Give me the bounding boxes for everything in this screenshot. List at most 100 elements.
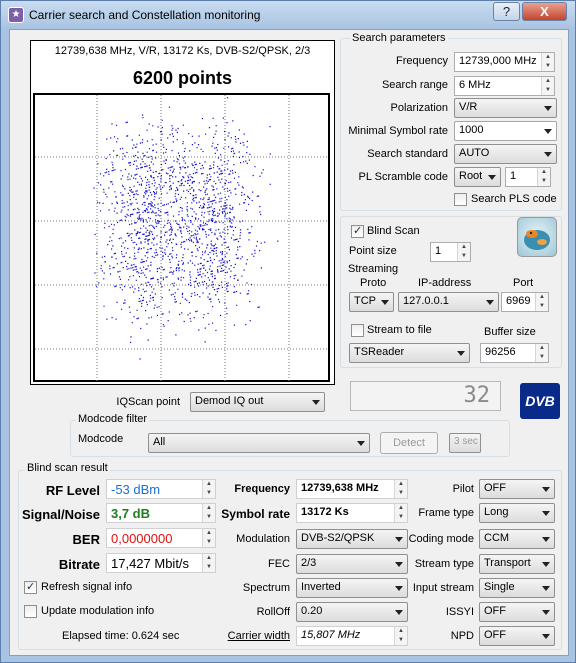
coding-mode-label: Coding mode: [408, 533, 474, 545]
close-button[interactable]: X: [522, 2, 567, 21]
min-symbol-rate-label: Minimal Symbol rate: [348, 125, 448, 137]
search-pls-checkbox[interactable]: [454, 193, 467, 206]
chevron-down-icon: [542, 511, 550, 516]
chevron-down-icon: [357, 441, 365, 446]
blind-scan-checkbox[interactable]: [351, 224, 364, 238]
chevron-down-icon: [395, 586, 403, 591]
chevron-down-icon: [542, 610, 550, 615]
fec-label: FEC: [268, 558, 290, 570]
polarization-select[interactable]: V/R: [454, 98, 557, 118]
chevron-down-icon: [395, 537, 403, 542]
buffer-size-label: Buffer size: [484, 326, 536, 338]
ber-label: BER: [72, 532, 100, 547]
interval-select[interactable]: 3 sec: [449, 433, 481, 453]
refresh-signal-checkbox[interactable]: [24, 580, 37, 594]
stream-to-file-label: Stream to file: [367, 324, 432, 336]
stream-to-file-checkbox[interactable]: [351, 324, 364, 337]
chevron-down-icon: [486, 300, 494, 305]
snr-field: 3,7 dB ▲ ▼: [106, 503, 216, 523]
pl-scramble-label: PL Scramble code: [358, 171, 448, 183]
point-size-spinner[interactable]: ▲ ▼: [457, 243, 470, 261]
chevron-down-icon: [542, 487, 550, 492]
result-frequency-value: 12739,638 MHz: [301, 482, 379, 494]
ber-value: 0,0000000: [111, 531, 173, 546]
chevron-down-icon: [395, 562, 403, 567]
chevron-down-icon: [544, 152, 552, 157]
pl-scramble-mode-select[interactable]: Root: [454, 167, 501, 187]
frame-type-select[interactable]: Long: [479, 503, 555, 523]
search-pls-label: Search PLS code: [471, 193, 557, 205]
ip-address-select[interactable]: 127.0.0.1: [398, 292, 499, 312]
modulation-select[interactable]: DVB-S2/QPSK: [296, 529, 408, 549]
stream-type-label: Stream type: [414, 558, 474, 570]
iqscan-select[interactable]: Demod IQ out: [190, 392, 325, 412]
coding-mode-select[interactable]: CCM: [479, 529, 555, 549]
search-standard-select[interactable]: AUTO: [454, 144, 557, 164]
stream-type-select[interactable]: Transport: [479, 554, 555, 574]
port-spinner[interactable]: ▲ ▼: [535, 293, 548, 311]
fec-select[interactable]: 2/3: [296, 554, 408, 574]
rf-level-label: RF Level: [45, 483, 100, 498]
port-label: Port: [513, 277, 534, 289]
pilot-select[interactable]: OFF: [479, 479, 555, 499]
spectrum-select[interactable]: Inverted: [296, 578, 408, 598]
proto-label: Proto: [360, 277, 387, 289]
input-stream-select[interactable]: Single: [479, 578, 555, 598]
blind-scan-label: Blind Scan: [367, 225, 420, 237]
detect-button[interactable]: Detect: [380, 432, 438, 454]
rolloff-select[interactable]: 0.20: [296, 602, 408, 622]
update-modulation-checkbox[interactable]: [24, 605, 37, 618]
ber-field: 0,0000000 ▲ ▼: [106, 528, 216, 548]
search-range-spinner[interactable]: ▲ ▼: [541, 77, 554, 95]
rf-level-value: -53 dBm: [111, 482, 161, 497]
rf-level-field: -53 dBm ▲ ▼: [106, 479, 216, 499]
carrier-width-field: 15,807 MHz ▲ ▼: [296, 626, 408, 646]
chevron-down-icon: [395, 610, 403, 615]
search-range-label: Search range: [381, 79, 448, 91]
refresh-signal-label: Refresh signal info: [41, 581, 133, 593]
title-bar: ★ Carrier search and Constellation monit…: [1, 1, 575, 29]
polarization-label: Polarization: [390, 102, 448, 114]
port-input[interactable]: 6969 ▲ ▼: [501, 292, 549, 312]
help-button[interactable]: ?: [493, 2, 520, 21]
snr-value: 3,7 dB: [111, 506, 151, 521]
result-frequency-field: 12739,638 MHz ▲ ▼: [296, 479, 408, 499]
chevron-down-icon: [381, 300, 389, 305]
carrier-width-label: Carrier width: [227, 630, 290, 642]
points-count: 6200 points: [132, 68, 233, 88]
modcode-select[interactable]: All: [148, 433, 370, 453]
modulation-label: Modulation: [236, 533, 290, 545]
input-stream-label: Input stream: [412, 582, 474, 594]
frequency-input[interactable]: 12739,000 MHz ▲ ▼: [454, 52, 555, 72]
proto-select[interactable]: TCP: [349, 292, 394, 312]
buffer-size-spinner[interactable]: ▲ ▼: [535, 344, 548, 362]
frequency-spinner[interactable]: ▲ ▼: [541, 53, 554, 71]
fish-logo-icon[interactable]: [517, 217, 557, 257]
carrier-width-value: 15,807 MHz: [301, 629, 361, 641]
npd-label: NPD: [450, 630, 474, 642]
iqscan-label: IQScan point: [116, 396, 180, 408]
constellation-plot: [33, 93, 330, 382]
pl-scramble-code-input[interactable]: 1 ▲ ▼: [505, 167, 551, 187]
pilot-label: Pilot: [452, 483, 474, 495]
streaming-label: Streaming: [348, 263, 399, 275]
min-symbol-rate-select[interactable]: 1000: [454, 121, 557, 141]
spectrum-label: Spectrum: [242, 582, 290, 594]
pl-scramble-spinner[interactable]: ▲ ▼: [537, 168, 550, 186]
chevron-down-icon: [542, 586, 550, 591]
point-size-input[interactable]: 1 ▲ ▼: [430, 242, 471, 262]
stream-target-select[interactable]: TSReader: [349, 343, 470, 363]
frequency-label: Frequency: [396, 55, 448, 67]
chevron-down-icon: [312, 400, 320, 405]
symbol-rate-field: 13172 Ks ▲ ▼: [296, 503, 408, 523]
chevron-down-icon: [542, 537, 550, 542]
issyi-select[interactable]: OFF: [479, 602, 555, 622]
snr-label: Signal/Noise: [21, 507, 100, 522]
buffer-size-input[interactable]: 96256 ▲ ▼: [480, 343, 549, 363]
search-range-input[interactable]: 6 MHz ▲ ▼: [454, 76, 555, 96]
modcode-label: Modcode: [78, 433, 124, 445]
dvb-logo: DVB: [520, 383, 560, 419]
npd-select[interactable]: OFF: [479, 626, 555, 646]
elapsed-time: Elapsed time: 0.624 sec: [62, 630, 180, 642]
update-modulation-label: Update modulation info: [41, 605, 155, 617]
